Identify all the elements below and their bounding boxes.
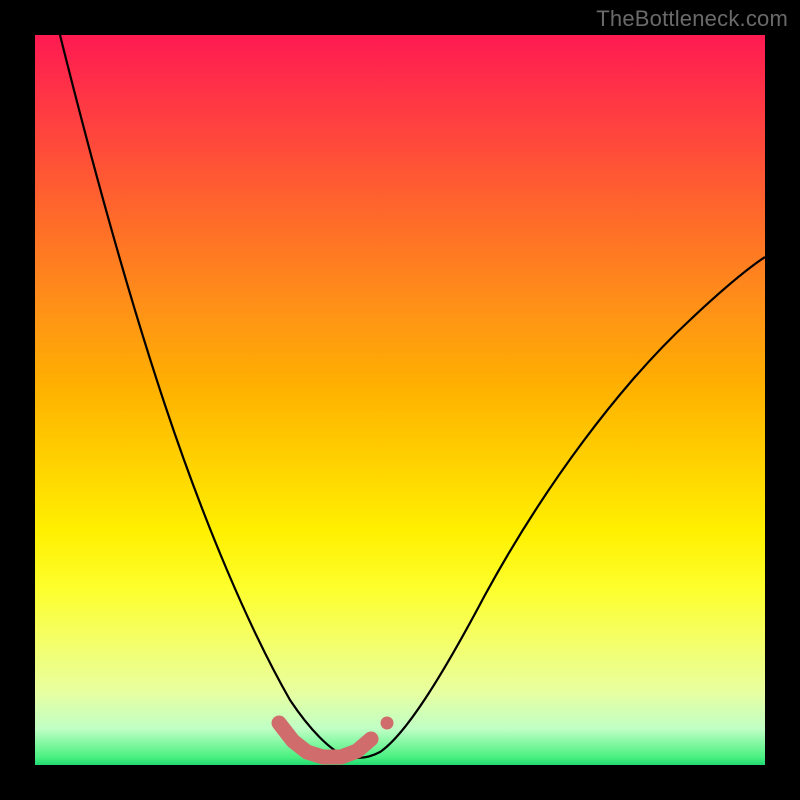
plot-area [35,35,765,765]
optimal-marker-dot [381,717,394,730]
chart-frame: TheBottleneck.com [0,0,800,800]
optimal-region-marker [279,723,371,757]
watermark-text: TheBottleneck.com [596,6,788,32]
curve-layer [35,35,765,765]
bottleneck-curve [60,35,765,758]
